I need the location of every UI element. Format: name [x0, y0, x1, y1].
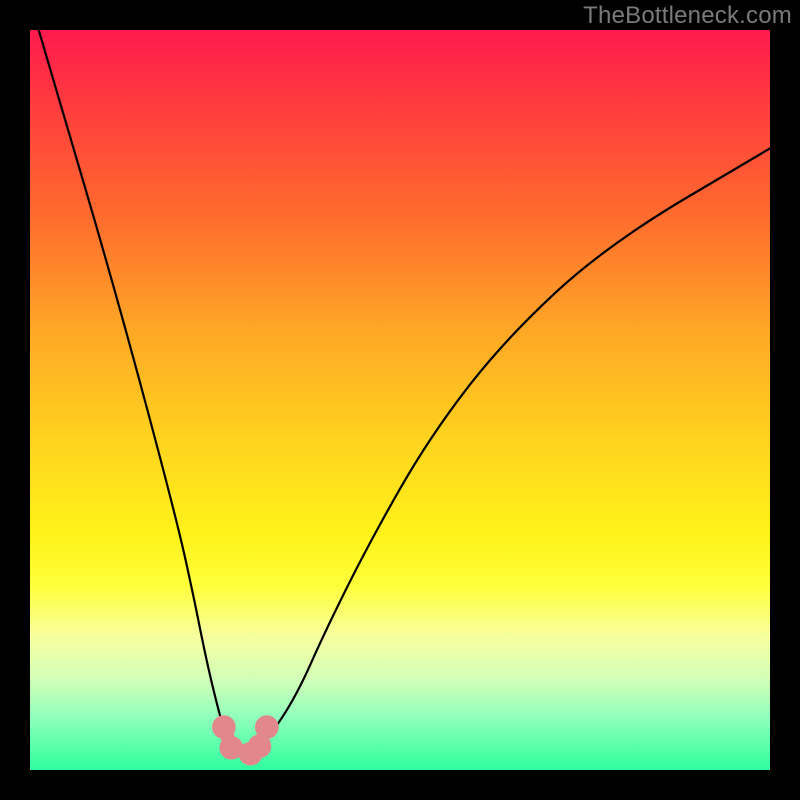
watermark-text: TheBottleneck.com [583, 2, 792, 30]
chart-svg [30, 30, 770, 770]
marker-1 [212, 715, 236, 739]
bottleneck-curve [30, 30, 770, 755]
plot-area [30, 30, 770, 770]
chart-frame: TheBottleneck.com [0, 0, 800, 800]
marker-5 [255, 715, 279, 739]
